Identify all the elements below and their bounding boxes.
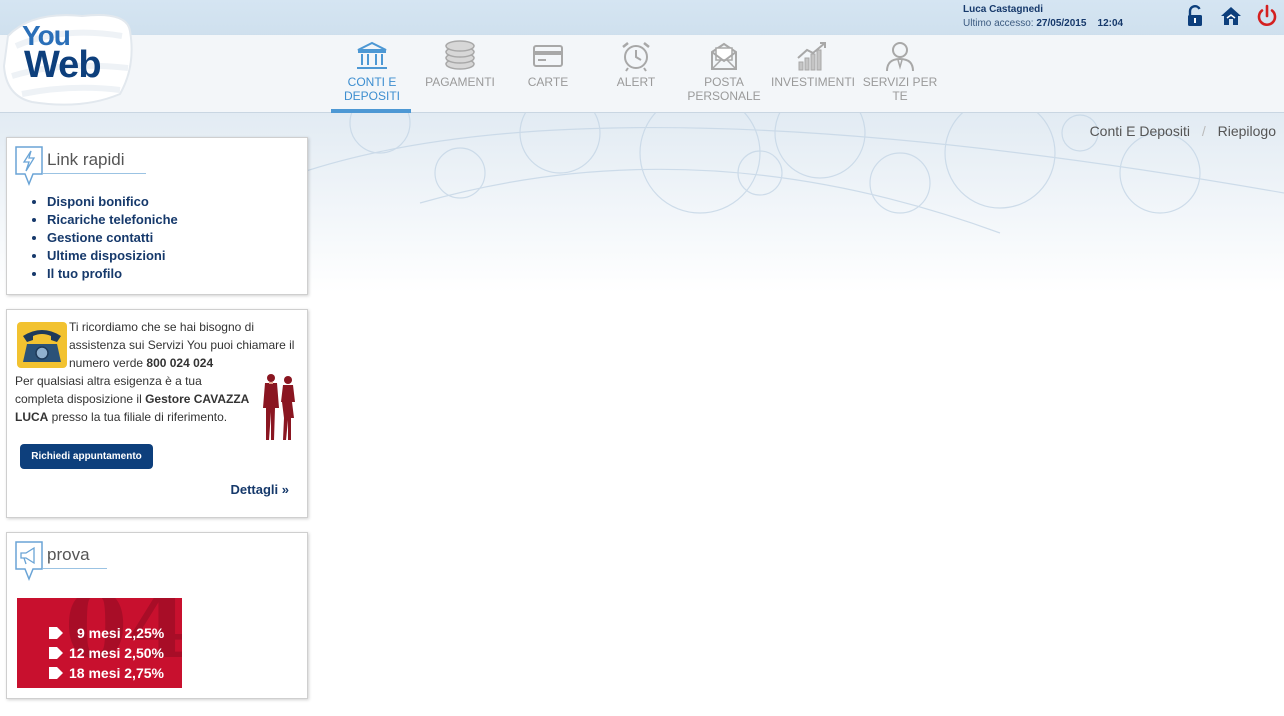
envelope-icon: [711, 42, 737, 70]
list-item: Gestione contatti: [47, 229, 307, 247]
last-access-time: 12:04: [1097, 18, 1124, 29]
lightning-icon: [15, 146, 43, 186]
link-ultime-disposizioni[interactable]: Ultime disposizioni: [47, 248, 165, 263]
nav-conti-depositi[interactable]: CONTI E DEPOSITI: [331, 38, 413, 113]
manager-text: Per qualsiasi altra esigenza è a tua com…: [15, 372, 250, 426]
breadcrumb: Conti E Depositi / Riepilogo: [1090, 123, 1276, 139]
last-access-label: Ultimo accesso:: [963, 18, 1034, 29]
details-link[interactable]: Dettagli »: [230, 482, 289, 497]
telephone-icon: [17, 322, 67, 368]
promo-banner[interactable]: 04 9 mesi 2,25% 12 mesi 2,50% 18 mesi 2,…: [17, 598, 182, 688]
link-disponi-bonifico[interactable]: Disponi bonifico: [47, 194, 149, 209]
breadcrumb-item-conti-depositi[interactable]: Conti E Depositi: [1090, 123, 1190, 139]
nav-carte[interactable]: CARTE: [507, 38, 589, 113]
last-access-date: 27/05/2015: [1036, 18, 1087, 29]
breadcrumb-separator: /: [1201, 123, 1206, 139]
card-icon: [533, 45, 563, 67]
person-icon: [886, 42, 914, 72]
nav-alert[interactable]: ALERT: [595, 38, 677, 113]
nav-label: CONTI E DEPOSITI: [343, 75, 400, 103]
nav-investimenti[interactable]: INVESTIMENTI: [771, 38, 856, 113]
user-info: Luca Castagnedi Ultimo accesso: 27/05/20…: [963, 3, 1123, 31]
power-icon[interactable]: [1255, 4, 1279, 28]
quick-links-panel: Link rapidi Disponi bonifico Ricariche t…: [6, 137, 308, 295]
nav-label: INVESTIMENTI: [771, 75, 856, 89]
bank-icon: [357, 41, 387, 69]
megaphone-icon: [15, 541, 43, 581]
panel-title: Link rapidi: [47, 150, 125, 169]
quick-links-list: Disponi bonifico Ricariche telefoniche G…: [47, 193, 307, 283]
user-name: Luca Castagnedi: [963, 4, 1044, 15]
lock-icon[interactable]: [1183, 4, 1207, 28]
nav-pagamenti[interactable]: PAGAMENTI: [419, 38, 501, 113]
promo-rate-row: 18 mesi 2,75%: [69, 665, 164, 681]
request-appointment-button[interactable]: Richiedi appuntamento: [20, 444, 153, 469]
nav-label: CARTE: [527, 75, 569, 89]
top-icons: [1183, 4, 1279, 28]
arrow-icon: [49, 667, 63, 679]
alarm-clock-icon: [622, 42, 650, 72]
nav-servizi-per-te[interactable]: SERVIZI PER TE: [859, 38, 941, 113]
title-underline: [43, 173, 146, 174]
list-item: Il tuo profilo: [47, 265, 307, 283]
nav-label: ALERT: [616, 75, 656, 89]
coins-icon: [445, 40, 475, 70]
list-item: Ricariche telefoniche: [47, 211, 307, 229]
link-gestione-contatti[interactable]: Gestione contatti: [47, 230, 153, 245]
chart-icon: [797, 42, 826, 71]
youweb-logo[interactable]: You Web: [2, 6, 137, 108]
arrow-icon: [49, 627, 63, 639]
list-item: Disponi bonifico: [47, 193, 307, 211]
panel-header: Link rapidi: [7, 138, 307, 186]
arrow-icon: [49, 647, 63, 659]
nav-posta-personale[interactable]: POSTA PERSONALE: [683, 38, 765, 113]
title-underline: [43, 568, 107, 569]
home-icon[interactable]: [1219, 4, 1243, 28]
manager-text-tail: presso la tua filiale di riferimento.: [51, 410, 228, 424]
promo-rate-row: 12 mesi 2,50%: [69, 645, 164, 661]
nav-label: PAGAMENTI: [425, 75, 495, 89]
list-item: Ultime disposizioni: [47, 247, 307, 265]
assistance-text: Ti ricordiamo che se hai bisogno di assi…: [69, 318, 301, 372]
logo-text-web: Web: [24, 44, 102, 86]
toll-free-number: 800 024 024: [146, 356, 214, 370]
contact-panel: Ti ricordiamo che se hai bisogno di assi…: [6, 309, 308, 518]
last-access: Ultimo accesso: 27/05/2015 12:04: [963, 17, 1123, 31]
link-il-tuo-profilo[interactable]: Il tuo profilo: [47, 266, 122, 281]
nav-label: POSTA PERSONALE: [687, 75, 761, 103]
breadcrumb-item-riepilogo: Riepilogo: [1217, 123, 1276, 139]
nav-label: SERVIZI PER TE: [862, 75, 938, 103]
promo-panel: prova 04 9 mesi 2,25% 12 mesi 2,50% 18 m…: [6, 532, 308, 699]
business-people-icon: [263, 374, 295, 440]
panel-title: prova: [47, 545, 90, 564]
promo-rate-row: 9 mesi 2,25%: [77, 625, 165, 641]
panel-header: prova: [7, 533, 307, 581]
link-ricariche-telefoniche[interactable]: Ricariche telefoniche: [47, 212, 178, 227]
